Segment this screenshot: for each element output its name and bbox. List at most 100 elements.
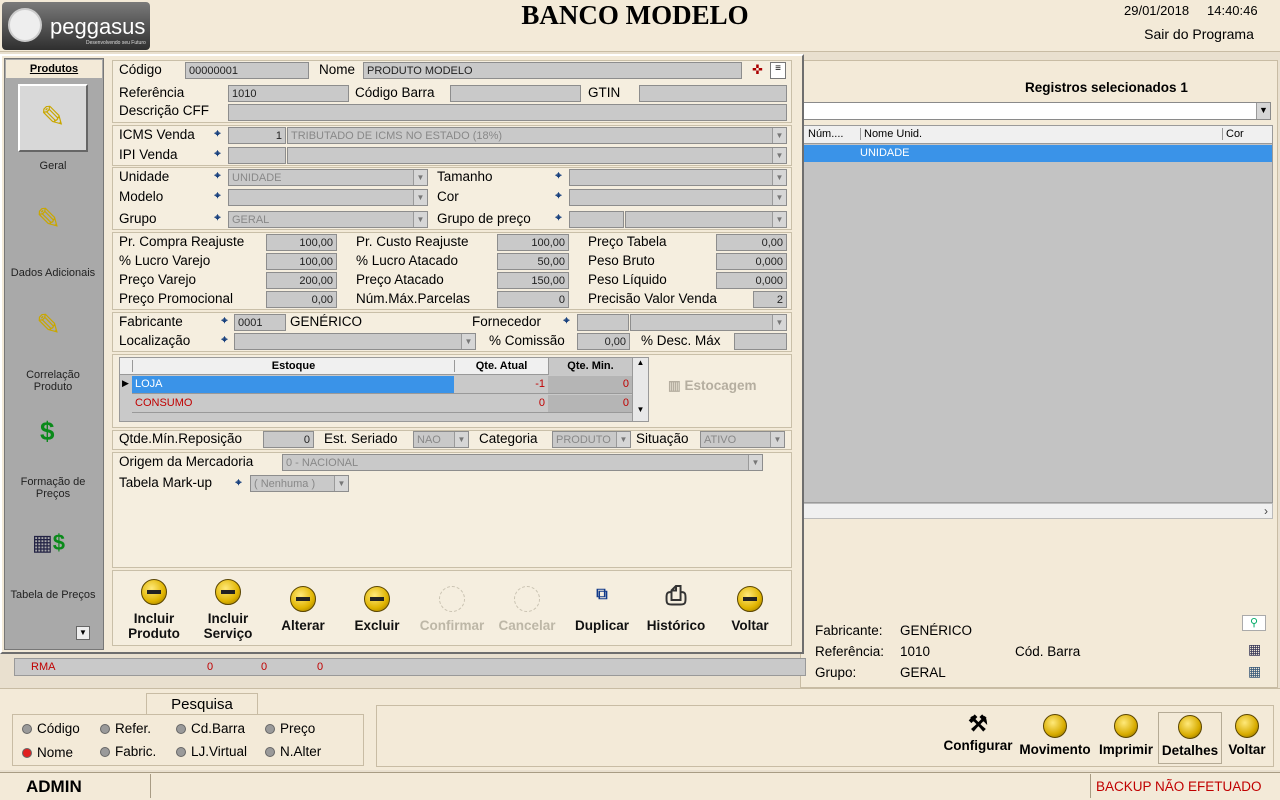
pvarejo-field[interactable]: 200,00 <box>266 272 337 289</box>
situacao-select[interactable]: ATIVO ▼ <box>700 431 785 448</box>
stock-vscroll[interactable]: ▲ ▼ <box>632 358 648 421</box>
rma-row[interactable]: RMA 0 0 0 <box>14 658 806 676</box>
table-row[interactable]: UNIDADE <box>804 145 1272 162</box>
radio-ljvirtual[interactable]: LJ.Virtual <box>176 744 247 759</box>
cor-select[interactable]: ▼ <box>569 189 787 206</box>
binoculars-icon[interactable]: ⌖ <box>560 315 573 328</box>
table-row[interactable]: CONSUMO 0 0 <box>132 395 632 413</box>
configurar-button[interactable]: ⚒ Configurar <box>940 710 1016 753</box>
sidebar-item-correlacao[interactable]: Correlação Produto <box>15 369 91 393</box>
duplicar-button[interactable]: ⧉ Duplicar <box>570 586 634 633</box>
sidebar-item-dados-adicionais[interactable]: Dados Adicionais <box>8 267 98 279</box>
pbruto-field[interactable]: 0,000 <box>716 253 787 270</box>
sidebar-item-geral[interactable]: ✎ <box>18 84 88 152</box>
icms-code-field[interactable]: 1 <box>228 127 286 144</box>
binoculars-icon[interactable]: ⌖ <box>552 190 565 203</box>
fornecedor-select[interactable]: ▼ <box>630 314 787 331</box>
voltar-button[interactable]: Voltar <box>720 586 780 633</box>
fabricante-code-field[interactable]: 0001 <box>234 314 286 331</box>
radio-codigo[interactable]: Código <box>22 721 80 736</box>
codbarra-field[interactable] <box>450 85 581 102</box>
binoculars-icon[interactable]: ⌖ <box>211 190 224 203</box>
seriado-select[interactable]: NAO ▼ <box>413 431 469 448</box>
precisao-field[interactable]: 2 <box>753 291 787 308</box>
col-estoque[interactable]: Estoque <box>132 360 454 372</box>
latacado-field[interactable]: 50,00 <box>497 253 569 270</box>
estocagem-button[interactable]: ▥ Estocagem <box>668 378 757 394</box>
radio-nalter[interactable]: N.Alter <box>265 744 321 759</box>
radio-refer[interactable]: Refer. <box>100 721 151 736</box>
col-num[interactable]: Núm.... <box>808 128 843 140</box>
referencia-field[interactable]: 1010 <box>228 85 349 102</box>
codigo-field[interactable]: 00000001 <box>185 62 309 79</box>
filter-combo[interactable]: ▼ <box>803 102 1271 120</box>
sidebar-item-tabela-precos[interactable]: Tabela de Preços <box>8 589 98 601</box>
localizacao-select[interactable]: ▼ <box>234 333 476 350</box>
patacado-field[interactable]: 150,00 <box>497 272 569 289</box>
binoculars-icon[interactable]: ⌖ <box>218 334 231 347</box>
qtdemin-field[interactable]: 0 <box>263 431 314 448</box>
pcusto-field[interactable]: 100,00 <box>497 234 569 251</box>
tools-icon[interactable]: ✜ <box>752 62 763 78</box>
grid-hscroll[interactable]: › <box>803 503 1273 519</box>
search-icon[interactable]: ⚲ <box>1242 615 1266 631</box>
col-nome-unid[interactable]: Nome Unid. <box>860 128 922 140</box>
pliquido-field[interactable]: 0,000 <box>716 272 787 289</box>
table-row[interactable]: LOJA -1 0 <box>132 376 632 394</box>
sidebar-scroll-down-icon[interactable]: ▼ <box>76 626 90 640</box>
binoculars-icon[interactable]: ⌖ <box>211 148 224 161</box>
tamanho-select[interactable]: ▼ <box>569 169 787 186</box>
calculator-icon[interactable]: ▦ <box>1248 641 1261 658</box>
records-grid[interactable]: Núm.... Nome Unid. Cor UNIDADE <box>803 125 1273 503</box>
voltar-main-button[interactable]: Voltar <box>1224 714 1270 757</box>
exit-button[interactable]: Sair do Programa <box>1124 26 1274 42</box>
markup-select[interactable]: ( Nenhuma ) ▼ <box>250 475 349 492</box>
binoculars-icon[interactable]: ⌖ <box>211 170 224 183</box>
binoculars-icon[interactable]: ⌖ <box>218 315 231 328</box>
col-qte-atual[interactable]: Qte. Atual <box>454 360 548 372</box>
descricao-field[interactable] <box>228 104 787 121</box>
historico-button[interactable]: ⎙ Histórico <box>642 580 710 633</box>
radio-cdbarra[interactable]: Cd.Barra <box>176 721 245 736</box>
movimento-button[interactable]: Movimento <box>1016 714 1094 757</box>
radio-preco[interactable]: Preço <box>265 721 315 736</box>
fornecedor-code-field[interactable] <box>577 314 629 331</box>
pencil-icon[interactable]: ✎ <box>36 308 61 343</box>
pencil-icon[interactable]: ✎ <box>36 202 61 237</box>
imprimir-button[interactable]: Imprimir <box>1096 714 1156 757</box>
ipi-desc-select[interactable]: ▼ <box>287 147 787 164</box>
grupopreco-select[interactable]: ▼ <box>625 211 787 228</box>
excluir-button[interactable]: Excluir <box>347 586 407 633</box>
binoculars-icon[interactable]: ⌖ <box>232 477 245 490</box>
binoculars-icon[interactable]: ⌖ <box>211 212 224 225</box>
parcelas-field[interactable]: 0 <box>497 291 569 308</box>
icms-desc-select[interactable]: TRIBUTADO DE ICMS NO ESTADO (18%) ▼ <box>287 127 787 144</box>
sidebar-item-label-geral[interactable]: Geral <box>8 160 98 172</box>
nome-field[interactable]: PRODUTO MODELO <box>363 62 742 79</box>
binoculars-icon[interactable]: ⌖ <box>552 170 565 183</box>
pcompra-field[interactable]: 100,00 <box>266 234 337 251</box>
binoculars-icon[interactable]: ⌖ <box>211 128 224 141</box>
comissao-field[interactable]: 0,00 <box>577 333 630 350</box>
confirmar-button[interactable]: Confirmar <box>418 586 486 633</box>
grupo-select[interactable]: GERAL ▼ <box>228 211 428 228</box>
categoria-select[interactable]: PRODUTO ▼ <box>552 431 631 448</box>
radio-fabric[interactable]: Fabric. <box>100 744 156 759</box>
ipi-code-field[interactable] <box>228 147 286 164</box>
dollar-icon[interactable]: $ <box>40 416 54 447</box>
unidade-select[interactable]: UNIDADE ▼ <box>228 169 428 186</box>
desconto-field[interactable] <box>734 333 787 350</box>
stock-grid[interactable]: Estoque Qte. Atual Qte. Min. ▶ LOJA -1 0… <box>119 357 649 422</box>
incluir-produto-button[interactable]: Incluir Produto <box>124 579 184 641</box>
sidebar-item-formacao-precos[interactable]: Formação de Preços <box>15 476 91 500</box>
cancelar-button[interactable]: Cancelar <box>494 586 560 633</box>
alterar-button[interactable]: Alterar <box>273 586 333 633</box>
lvarejo-field[interactable]: 100,00 <box>266 253 337 270</box>
pesquisa-tab[interactable]: Pesquisa <box>146 693 258 715</box>
binoculars-icon[interactable]: ⌖ <box>552 212 565 225</box>
detalhes-button[interactable]: Detalhes <box>1158 712 1222 764</box>
incluir-servico-button[interactable]: Incluir Serviço <box>198 579 258 641</box>
sidebar-header[interactable]: Produtos <box>6 60 102 78</box>
ppromo-field[interactable]: 0,00 <box>266 291 337 308</box>
col-cor[interactable]: Cor <box>1222 128 1244 140</box>
